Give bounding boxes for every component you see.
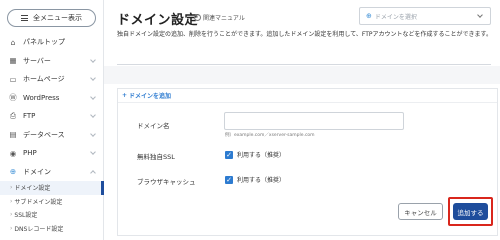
sidebar-subitem-label: ドメイン設定 [14,185,51,193]
sidebar-subitem-dns-record-settings[interactable]: DNSレコード設定 [0,222,104,236]
sidebar-item-label: データベース [23,130,65,139]
sidebar-item-database[interactable]: ▤ データベース [0,126,104,145]
free-ssl-checkbox[interactable]: ✓ [225,150,233,159]
chevron-up-icon [90,169,96,176]
domain-name-hint: 例）example.com／xserver-sample.com [225,133,315,138]
sidebar-item-homepage[interactable]: ▭ ホームページ [0,70,104,89]
database-icon: ▤ [9,130,17,140]
sidebar-item-label: ホームページ [23,75,65,84]
show-all-menu-button[interactable]: 全メニュー表示 [7,9,96,27]
free-ssl-option-label: 利用する（推奨） [237,152,286,159]
add-domain-section-header: + ドメインを追加 [118,89,497,103]
server-icon: ▦ [9,56,17,66]
page-title: ドメイン設定 [117,13,199,28]
chevron-down-icon [90,112,96,118]
add-domain-panel: + ドメインを追加 ドメイン名 例）example.com／xserver-sa… [117,88,498,236]
php-icon: ◉ [9,148,17,158]
globe-icon: ⊕ [366,12,372,20]
sidebar-item-label: PHP [23,149,37,158]
page-description: 独自ドメイン設定の追加、削除を行うことができます。追加したドメイン設定を利用して… [117,31,492,38]
related-manual-label: 関連マニュアル [203,15,245,22]
ftp-icon: ⎙ [10,111,16,121]
domain-name-label: ドメイン名 [137,122,170,130]
chevron-down-icon [90,93,96,100]
sidebar-item-label: サーバー [23,56,51,65]
domain-select[interactable]: ⊕ ドメインを選択 [359,7,491,25]
sidebar-subitem-subdomain-settings[interactable]: サブドメイン設定 [0,195,104,209]
sidebar-subitem-label: DNSレコード設定 [14,225,64,233]
submit-button-highlight: 追加する [448,197,493,226]
browser-cache-checkbox-row[interactable]: ✓ 利用する（推奨） [225,175,285,184]
plus-icon: + [122,92,128,99]
chevron-down-icon [90,130,96,137]
sidebar-subitem-domain-settings[interactable]: ドメイン設定 [0,181,104,195]
hamburger-icon [21,15,28,21]
sidebar-subitem-label: サブドメイン設定 [14,198,63,206]
cancel-button[interactable]: キャンセル [398,203,443,220]
domain-select-placeholder: ドメインを選択 [374,13,417,21]
sidebar-item-label: WordPress [23,93,60,102]
sidebar-subitem-ssl-settings[interactable]: SSL設定 [0,208,104,222]
sidebar-subitem-label: SSL設定 [14,212,38,220]
sidebar-item-label: ドメイン [23,167,51,176]
homepage-icon: ▭ [9,74,17,84]
main-content: ドメイン設定 ? 関連マニュアル ⊕ ドメインを選択 独自ドメイン設定の追加、削… [104,0,500,240]
domain-name-input[interactable] [224,112,404,130]
sidebar-item-domain[interactable]: ⊕ ドメイン [0,163,104,182]
browser-cache-option-label: 利用する（推奨） [237,177,286,184]
chevron-down-icon [90,75,96,81]
section-spacer [104,66,500,84]
sidebar-item-label: パネルトップ [23,38,65,47]
question-icon: ? [194,14,201,21]
chevron-down-icon [90,149,96,155]
add-domain-submit-button[interactable]: 追加する [453,203,488,220]
chevron-down-icon [90,56,96,63]
domain-globe-icon: ⊕ [9,167,17,177]
sidebar-item-ftp[interactable]: ⎙ FTP [0,107,104,126]
free-ssl-label: 無料独自SSL [137,153,175,161]
free-ssl-checkbox-row[interactable]: ✓ 利用する（推奨） [225,150,285,159]
wordpress-icon: Ⓦ [9,93,17,103]
home-icon: ⌂ [10,37,16,47]
show-all-menu-label: 全メニュー表示 [33,14,82,22]
sidebar-item-label: FTP [23,112,36,121]
add-domain-section-title: ドメインを追加 [129,93,172,100]
sidebar-item-server[interactable]: ▦ サーバー [0,52,104,71]
sidebar: 全メニュー表示 ⌂ パネルトップ ▦ サーバー ▭ ホームページ Ⓦ WordP… [0,0,104,240]
sidebar-nav: ⌂ パネルトップ ▦ サーバー ▭ ホームページ Ⓦ WordPress ⎙ F… [0,33,104,235]
sidebar-item-php[interactable]: ◉ PHP [0,144,104,163]
related-manual-link[interactable]: ? 関連マニュアル [194,13,245,22]
sidebar-item-wordpress[interactable]: Ⓦ WordPress [0,89,104,108]
divider [117,64,491,65]
browser-cache-label: ブラウザキャッシュ [137,178,196,186]
chevron-down-icon [477,12,483,18]
browser-cache-checkbox[interactable]: ✓ [225,175,233,184]
sidebar-item-panel-top[interactable]: ⌂ パネルトップ [0,33,104,52]
